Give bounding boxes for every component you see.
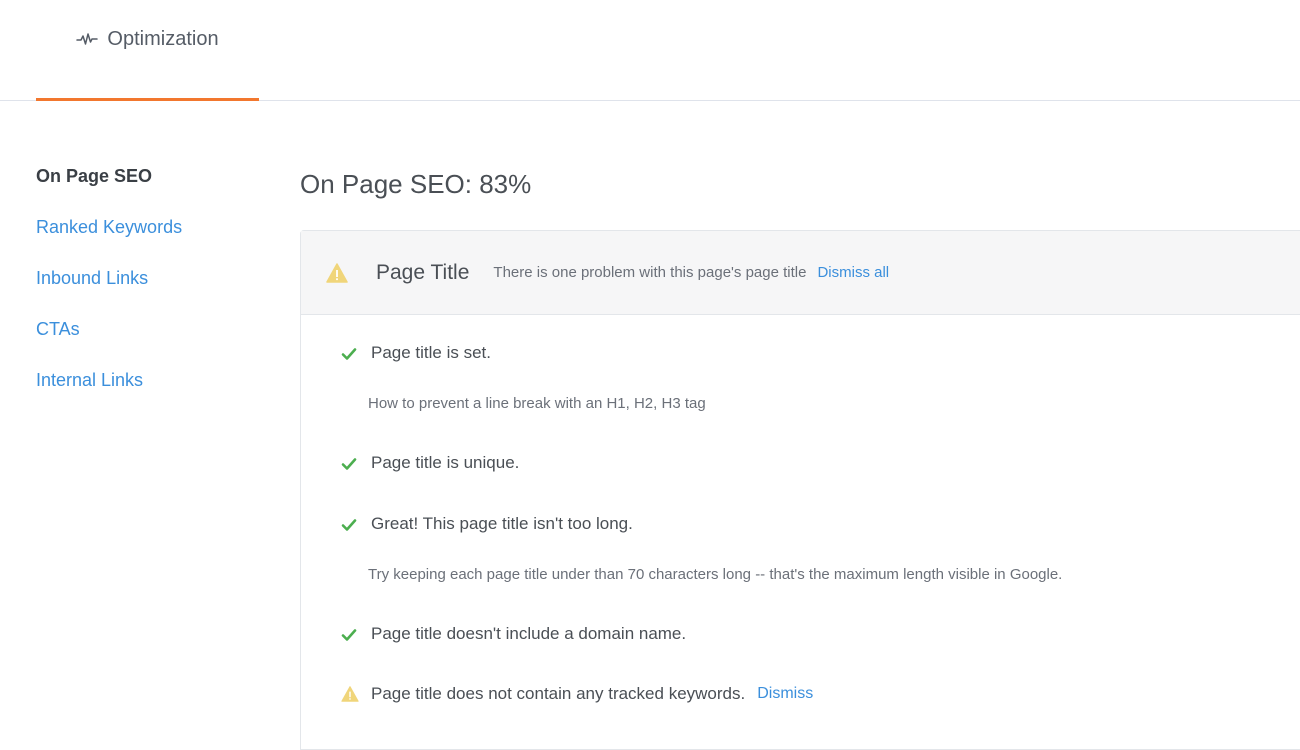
sidebar-nav: On Page SEO Ranked Keywords Inbound Link… (36, 164, 276, 419)
warning-icon (326, 262, 348, 283)
check-item-warning: Page title does not contain any tracked … (341, 684, 813, 704)
check-item: Page title is set. (341, 343, 491, 363)
check-text: Great! This page title isn't too long. (371, 514, 633, 533)
page-title-section-card: Page Title There is one problem with thi… (300, 230, 1300, 750)
section-title: Page Title (376, 260, 470, 284)
check-item: Page title doesn't include a domain name… (341, 624, 686, 644)
check-item: Page title is unique. (341, 453, 519, 473)
page-title: On Page SEO: 83% (300, 169, 532, 199)
sidebar-item-ctas[interactable]: CTAs (36, 317, 276, 368)
check-hint-link[interactable]: How to prevent a line break with an H1, … (368, 395, 706, 412)
check-icon (341, 627, 357, 641)
check-icon (341, 346, 357, 360)
check-text: Page title doesn't include a domain name… (371, 624, 687, 643)
check-text: Page title does not contain any tracked … (371, 684, 746, 703)
tab-label: Optimization (107, 27, 219, 50)
section-header: Page Title There is one problem with thi… (301, 231, 1300, 315)
dismiss-link[interactable]: Dismiss (757, 685, 813, 703)
check-item: Great! This page title isn't too long. (341, 514, 633, 534)
check-icon (341, 456, 357, 470)
sidebar-item-internal-links[interactable]: Internal Links (36, 368, 276, 419)
warning-icon (341, 686, 359, 702)
check-text: Page title is set. (371, 343, 492, 362)
main-content: On Page SEO: 83% Page Title There is one… (300, 166, 1300, 750)
check-icon (341, 517, 357, 531)
check-hint: Try keeping each page title under than 7… (368, 566, 1063, 583)
tab-bar: Optimization (0, 0, 1300, 101)
tab-optimization[interactable]: Optimization (36, 0, 259, 101)
dismiss-all-link[interactable]: Dismiss all (817, 264, 889, 281)
sidebar-item-inbound-links[interactable]: Inbound Links (36, 266, 276, 317)
check-text: Page title is unique. (371, 453, 520, 472)
activity-pulse-icon (76, 31, 99, 47)
sidebar-item-ranked-keywords[interactable]: Ranked Keywords (36, 215, 276, 266)
sidebar-item-on-page-seo[interactable]: On Page SEO (36, 164, 276, 215)
section-summary: There is one problem with this page's pa… (493, 264, 807, 281)
